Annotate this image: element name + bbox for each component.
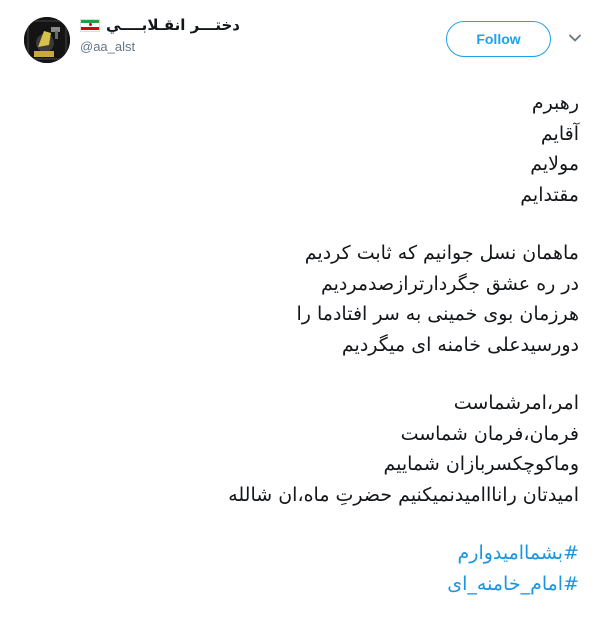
tweet-line: وماکوچکسربازان شماییم	[383, 453, 579, 475]
user-handle[interactable]: @aa_alst	[80, 39, 280, 54]
hashtag-link[interactable]: #امام_خامنه_ای	[19, 569, 579, 600]
tweet-line: آقایم	[540, 122, 579, 145]
tweet-line: دورسیدعلی خامنه ای میگردیم	[341, 333, 579, 356]
tweet-line: مقتدایم	[520, 183, 579, 206]
tweet-line: امیدتان رانااامیدنمیکنیم حضرتِ ماه،ان شا…	[228, 483, 579, 506]
user-info: دختـــر انقـلابــــي @aa_alst	[80, 16, 280, 54]
iran-flag-icon	[80, 18, 100, 32]
tweet-line: رهبرم	[531, 92, 579, 114]
tweet-line: هرزمان بوی خمینی به سر افتادما را	[296, 303, 580, 325]
tweet-line: امر،امرشماست	[453, 392, 579, 414]
display-name[interactable]: دختـــر انقـلابــــي	[106, 16, 240, 34]
tweet-header: دختـــر انقـلابــــي @aa_alst Follow	[0, 0, 603, 80]
tweet-line: ماهمان نسل جوانیم که ثابت کردیم	[304, 242, 579, 264]
avatar[interactable]	[24, 17, 70, 63]
tweet-line: در ره عشق جگردارترازصدمردیم	[320, 272, 579, 295]
tweet-text: رهبرم آقایم مولایم مقتدایم ماهمان نسل جو…	[19, 88, 579, 599]
tweet-line: فرمان،فرمان شماست	[400, 422, 579, 445]
chevron-down-icon[interactable]	[568, 31, 582, 45]
tweet-line: مولایم	[530, 153, 579, 175]
hashtag-link[interactable]: #بشماامیدوارم	[19, 538, 580, 569]
follow-button[interactable]: Follow	[446, 21, 551, 57]
